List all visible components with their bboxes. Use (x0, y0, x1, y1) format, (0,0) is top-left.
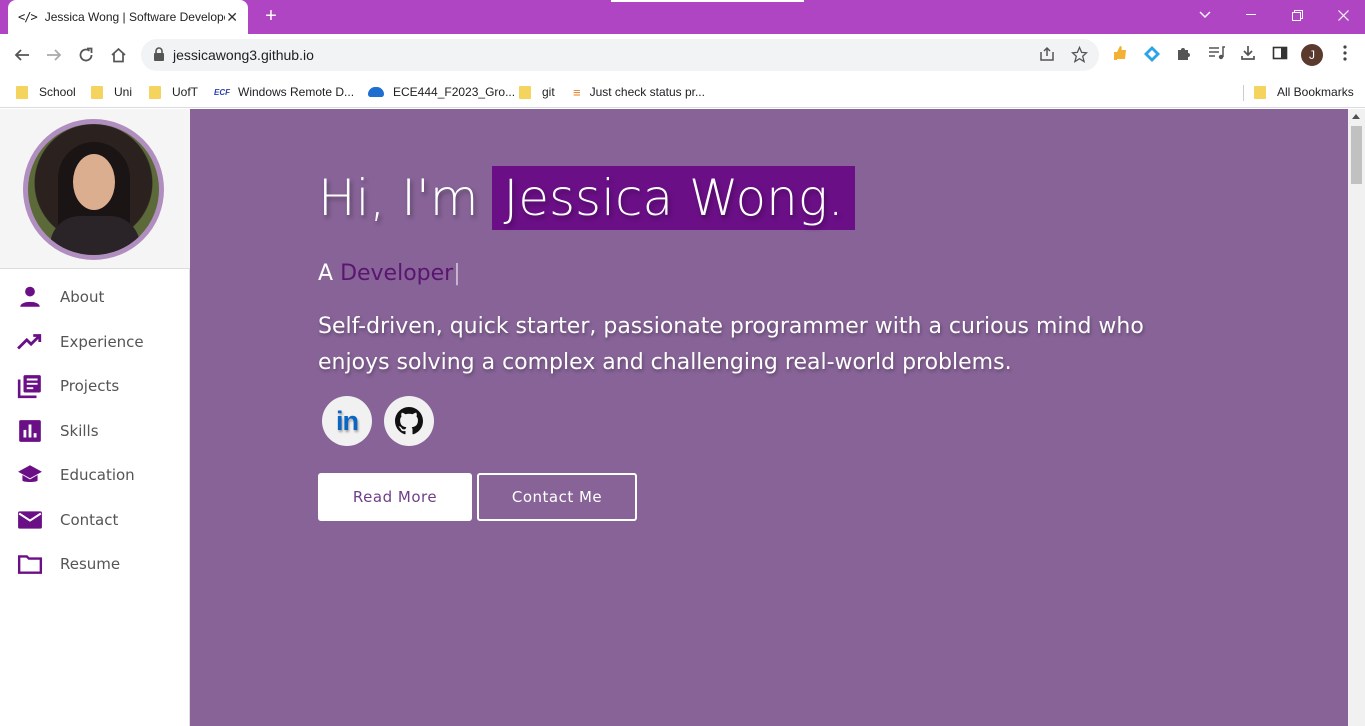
side-panel-icon[interactable] (1270, 45, 1290, 65)
browser-tab[interactable]: </> Jessica Wong | Software Developer ✕ (8, 0, 248, 34)
school-icon (18, 465, 42, 483)
minimize-icon[interactable] (1228, 0, 1274, 30)
sidebar-item-education[interactable]: Education (0, 453, 190, 498)
typing-cursor: | (453, 261, 461, 286)
sidebar-item-about[interactable]: About (0, 275, 190, 320)
all-bookmarks[interactable]: All Bookmarks (1254, 83, 1354, 101)
sidebar: About Experience Projects Skills Educati… (0, 109, 190, 726)
profile-header (0, 109, 190, 269)
scroll-up-arrow-icon[interactable] (1352, 114, 1360, 119)
bookmark-uni[interactable]: Uni (91, 83, 132, 101)
person-icon (20, 286, 40, 307)
github-button[interactable] (384, 396, 434, 446)
lock-icon[interactable] (153, 47, 165, 61)
hero-name: Jessica Wong. (492, 166, 855, 230)
sidebar-item-resume[interactable]: Resume (0, 542, 190, 587)
hero-tagline: Self-driven, quick starter, passionate p… (318, 314, 1144, 375)
library-books-icon (17, 375, 41, 399)
scrollbar-thumb[interactable] (1351, 126, 1362, 184)
sidebar-item-contact[interactable]: Contact (0, 498, 190, 543)
back-icon[interactable] (9, 42, 35, 68)
folder-icon (519, 85, 531, 99)
folder-icon (91, 85, 103, 99)
typed-role: Developer (340, 261, 454, 286)
url-text[interactable]: jessicawong3.github.io (173, 47, 314, 63)
bookmark-ece444[interactable]: ECE444_F2023_Gro... (368, 83, 515, 101)
address-bar[interactable]: jessicawong3.github.io (141, 39, 1099, 71)
bookmark-school[interactable]: School (16, 83, 76, 101)
profile-photo (23, 119, 164, 260)
ecf-icon: ECF (214, 87, 230, 97)
new-tab-button[interactable]: + (260, 5, 282, 27)
sidebar-item-projects[interactable]: Projects (0, 364, 190, 409)
bookmark-star-icon[interactable] (1070, 45, 1088, 64)
bookmarks-bar: School Uni UofT ECF Windows Remote D... E… (0, 76, 1365, 108)
hero-heading: Hi, I'm Jessica Wong. (318, 166, 855, 230)
read-more-button[interactable]: Read More (318, 473, 472, 521)
menu-kebab-icon[interactable] (1335, 45, 1355, 65)
bookmarks-divider (1243, 85, 1244, 101)
close-window-icon[interactable] (1320, 0, 1365, 30)
extensions-puzzle-icon[interactable] (1174, 45, 1194, 65)
sidebar-item-skills[interactable]: Skills (0, 409, 190, 454)
stackoverflow-icon: ≡ (573, 84, 581, 100)
onedrive-icon (368, 87, 384, 97)
browser-tab-strip: </> Jessica Wong | Software Developer ✕ … (0, 0, 1365, 34)
restore-icon[interactable] (1274, 0, 1320, 30)
bar-chart-icon (19, 419, 41, 442)
bookmark-git[interactable]: git (519, 83, 555, 101)
diamond-extension-icon[interactable] (1142, 45, 1162, 65)
hero-section: Hi, I'm Jessica Wong. A Developer| Self-… (190, 109, 1348, 726)
linkedin-button[interactable]: in (322, 396, 372, 446)
reload-icon[interactable] (73, 42, 99, 68)
forward-icon[interactable] (41, 42, 67, 68)
share-icon[interactable] (1038, 46, 1056, 64)
browser-toolbar: jessicawong3.github.io J (0, 34, 1365, 76)
hero-greeting: Hi, I'm (318, 169, 479, 227)
trending-up-icon (17, 333, 42, 350)
sidebar-item-experience[interactable]: Experience (0, 320, 190, 365)
bookmark-check-status[interactable]: ≡ Just check status pr... (573, 83, 705, 101)
tab-close-icon[interactable]: ✕ (226, 9, 238, 26)
home-icon[interactable] (105, 42, 131, 68)
linkedin-icon: in (336, 405, 359, 436)
media-control-icon[interactable] (1206, 45, 1226, 65)
sidebar-nav: About Experience Projects Skills Educati… (0, 275, 190, 587)
page-scrollbar[interactable] (1348, 109, 1365, 726)
profile-avatar[interactable]: J (1301, 44, 1323, 66)
thumbs-up-extension-icon[interactable] (1110, 45, 1130, 65)
folder-icon (17, 555, 43, 575)
tab-search-icon[interactable] (1182, 0, 1228, 30)
mail-icon (18, 511, 42, 529)
download-icon[interactable] (1238, 45, 1258, 65)
github-icon (395, 407, 423, 435)
code-favicon-icon: </> (18, 10, 38, 24)
folder-icon (1254, 85, 1266, 99)
tab-drag-indicator (611, 0, 804, 2)
bookmark-uoft[interactable]: UofT (149, 83, 198, 101)
folder-icon (149, 85, 161, 99)
folder-icon (16, 85, 28, 99)
tab-title: Jessica Wong | Software Developer (44, 10, 225, 24)
bookmark-windows-remote[interactable]: ECF Windows Remote D... (214, 83, 354, 101)
hero-subtitle: A Developer| (318, 261, 461, 286)
contact-me-button[interactable]: Contact Me (477, 473, 637, 521)
